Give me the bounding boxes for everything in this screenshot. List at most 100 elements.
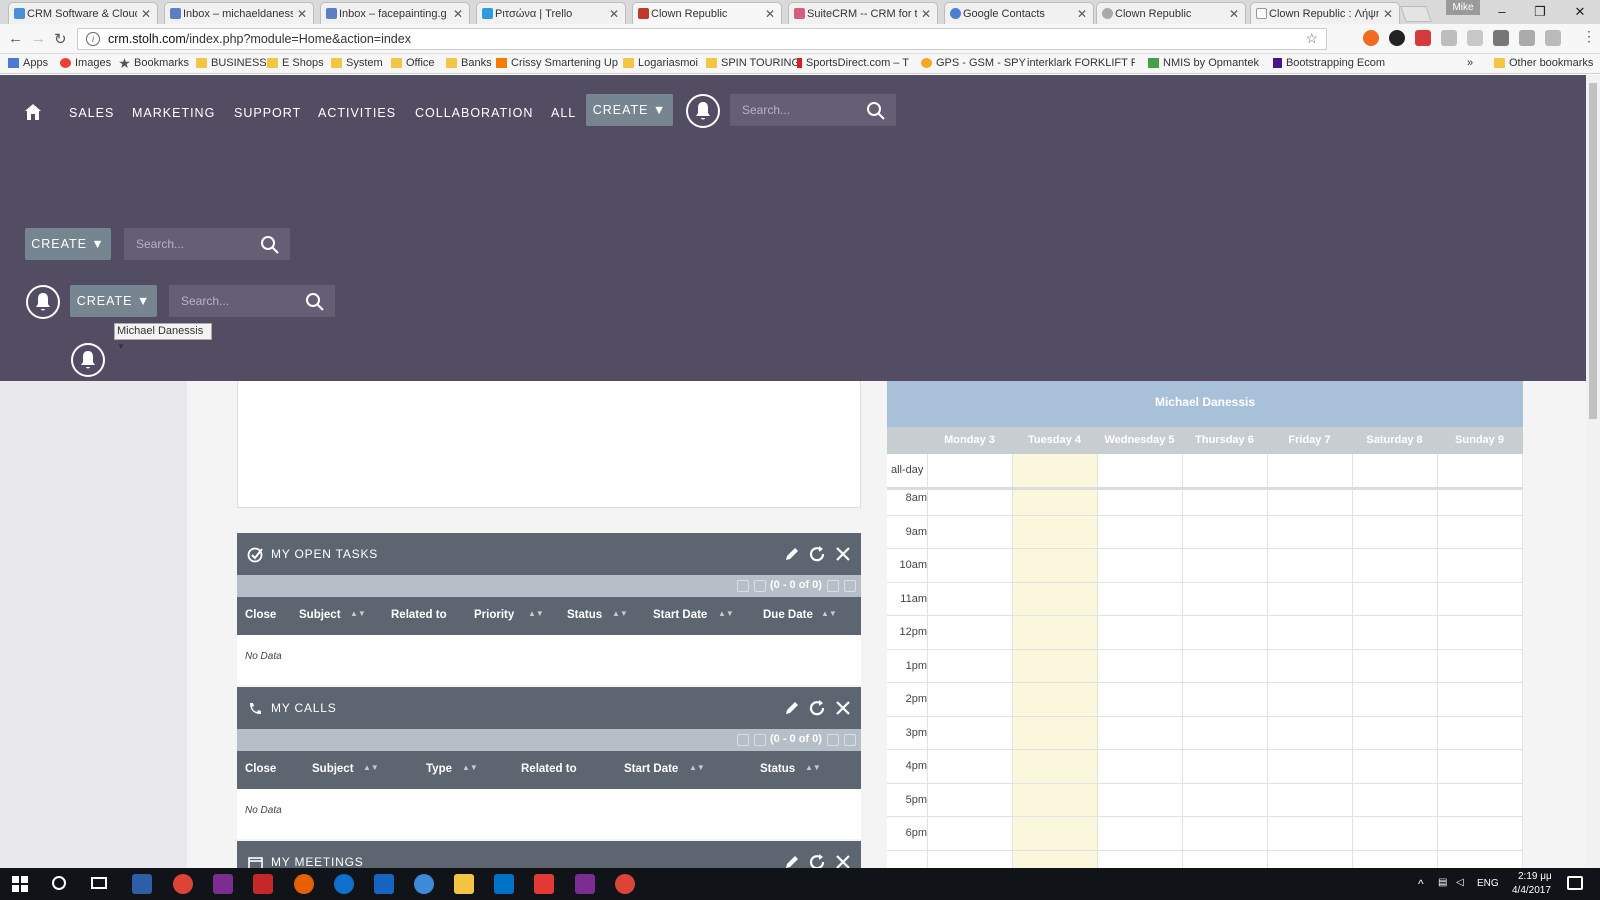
search-input[interactable]: Search... [169, 285, 335, 317]
browser-tab[interactable]: Clown Republic : Λήψη ✕ [1250, 2, 1400, 24]
search-icon[interactable] [866, 101, 886, 121]
column-subject[interactable]: Subject [312, 763, 354, 775]
bookmark-other[interactable]: Other bookmarks [1494, 57, 1593, 69]
network-icon[interactable]: ▤ [1438, 877, 1447, 888]
browser-tab[interactable]: Ριτσώνα | Trello ✕ [476, 2, 626, 24]
bookmark-folder[interactable]: Banks [446, 57, 492, 69]
teamviewer-icon[interactable] [334, 874, 354, 894]
edit-pencil-icon[interactable] [783, 699, 801, 717]
calendar-week-grid[interactable]: all-day 8am 9am 10am 11am 12pm 1pm 2pm 3… [887, 454, 1523, 868]
tab-close-icon[interactable]: ✕ [141, 7, 151, 21]
window-minimize-icon[interactable]: – [1482, 2, 1522, 22]
search-icon[interactable] [305, 292, 325, 312]
tab-close-icon[interactable]: ✕ [765, 7, 775, 21]
tab-close-icon[interactable]: ✕ [297, 7, 307, 21]
cortana-search-icon[interactable] [52, 876, 66, 890]
browser-tab[interactable]: Inbox – michaeldaness ✕ [164, 2, 314, 24]
edit-pencil-icon[interactable] [783, 853, 801, 868]
browser-tab-active[interactable]: Clown Republic ✕ [632, 2, 782, 24]
tab-close-icon[interactable]: ✕ [1383, 7, 1393, 21]
extension-icon[interactable] [1415, 30, 1431, 46]
tab-close-icon[interactable]: ✕ [1077, 7, 1087, 21]
global-search-input[interactable]: Search... [730, 94, 896, 126]
column-status[interactable]: Status [567, 609, 602, 621]
column-related-to[interactable]: Related to [391, 609, 447, 621]
tab-close-icon[interactable]: ✕ [1229, 7, 1239, 21]
chrome-icon[interactable] [615, 874, 635, 894]
day-header[interactable]: Sunday 9 [1437, 434, 1522, 446]
page-last-icon[interactable] [844, 580, 856, 592]
window-close-icon[interactable]: ✕ [1560, 2, 1600, 22]
bookmark-link[interactable]: interklark FORKLIFT P [1023, 57, 1135, 69]
bookmark-folder[interactable]: E Shops [267, 57, 324, 69]
action-center-icon[interactable] [1567, 876, 1583, 890]
refresh-icon[interactable] [808, 545, 826, 563]
back-arrow-icon[interactable]: ← [8, 30, 23, 47]
language-indicator[interactable]: ENG [1477, 878, 1499, 889]
column-close[interactable]: Close [245, 609, 276, 621]
search-input[interactable]: Search... [124, 228, 290, 260]
refresh-icon[interactable] [808, 853, 826, 868]
bookmark-folder[interactable]: Logariasmoi [623, 57, 698, 69]
column-close[interactable]: Close [245, 763, 276, 775]
page-prev-icon[interactable] [754, 734, 766, 746]
column-priority[interactable]: Priority [474, 609, 514, 621]
column-start-date[interactable]: Start Date [653, 609, 707, 621]
tray-expand-icon[interactable]: ^ [1418, 877, 1424, 891]
bookmark-images[interactable]: Images [60, 57, 111, 69]
onenote-icon[interactable] [213, 874, 233, 894]
notifications-bell-icon[interactable] [26, 285, 60, 319]
nav-support[interactable]: SUPPORT [234, 106, 301, 120]
browser-tab[interactable]: Google Contacts ✕ [944, 2, 1094, 24]
edit-pencil-icon[interactable] [783, 545, 801, 563]
tab-close-icon[interactable]: ✕ [453, 7, 463, 21]
user-menu-dropdown[interactable]: Michael Danessis ▼ [114, 323, 212, 351]
bookmark-folder[interactable]: Office [391, 57, 435, 69]
nav-marketing[interactable]: MARKETING [132, 106, 215, 120]
day-header[interactable]: Friday 7 [1267, 434, 1352, 446]
page-next-icon[interactable] [827, 734, 839, 746]
extension-icon[interactable] [1467, 30, 1483, 46]
task-view-icon[interactable] [91, 877, 107, 889]
site-info-icon[interactable]: i [86, 32, 100, 46]
taskbar-app-icon[interactable] [132, 874, 152, 894]
browser-tab[interactable]: Inbox – facepainting.g ✕ [320, 2, 470, 24]
menu-kebab-icon[interactable]: ⋮ [1582, 28, 1596, 45]
search-icon[interactable] [260, 235, 280, 255]
notifications-bell-icon[interactable] [686, 94, 720, 128]
taskbar-app-icon[interactable] [414, 874, 434, 894]
page-prev-icon[interactable] [754, 580, 766, 592]
sort-icon[interactable]: ▲▼ [462, 763, 478, 772]
bookmark-link[interactable]: Bootstrapping Ecom [1273, 57, 1385, 69]
sort-icon[interactable]: ▲▼ [718, 609, 734, 618]
address-bar[interactable]: i crm.stolh.com/index.php?module=Home&ac… [77, 28, 1327, 50]
bookmark-link[interactable]: SportsDirect.com – T [797, 57, 909, 69]
column-due-date[interactable]: Due Date [763, 609, 813, 621]
firefox-icon[interactable] [294, 874, 314, 894]
extension-icon[interactable] [1493, 30, 1509, 46]
browser-tab[interactable]: SuiteCRM -- CRM for t ✕ [788, 2, 938, 24]
clock-date[interactable]: 4/4/2017 [1512, 885, 1551, 896]
sort-icon[interactable]: ▲▼ [528, 609, 544, 618]
browser-user-badge[interactable]: Mike [1446, 0, 1480, 15]
browser-tab[interactable]: CRM Software & Cloud ✕ [8, 2, 158, 24]
column-subject[interactable]: Subject [299, 609, 341, 621]
nav-sales[interactable]: SALES [69, 106, 114, 120]
notifications-bell-icon[interactable] [71, 343, 105, 377]
bookmark-folder[interactable]: BUSINESS [196, 57, 267, 69]
nav-all[interactable]: ALL [551, 106, 576, 120]
day-header[interactable]: Monday 3 [927, 434, 1012, 446]
refresh-icon[interactable] [808, 699, 826, 717]
clock-time[interactable]: 2:19 μμ [1518, 871, 1552, 882]
column-type[interactable]: Type [426, 763, 452, 775]
sort-icon[interactable]: ▲▼ [363, 763, 379, 772]
nav-collaboration[interactable]: COLLABORATION [415, 106, 533, 120]
close-icon[interactable] [834, 545, 852, 563]
volume-icon[interactable]: ◁ [1456, 877, 1464, 888]
windows-start-icon[interactable] [12, 876, 28, 892]
onenote-icon[interactable] [575, 874, 595, 894]
sort-icon[interactable]: ▲▼ [612, 609, 628, 618]
close-icon[interactable] [834, 853, 852, 868]
extension-icon[interactable] [1389, 30, 1405, 46]
sort-icon[interactable]: ▲▼ [805, 763, 821, 772]
